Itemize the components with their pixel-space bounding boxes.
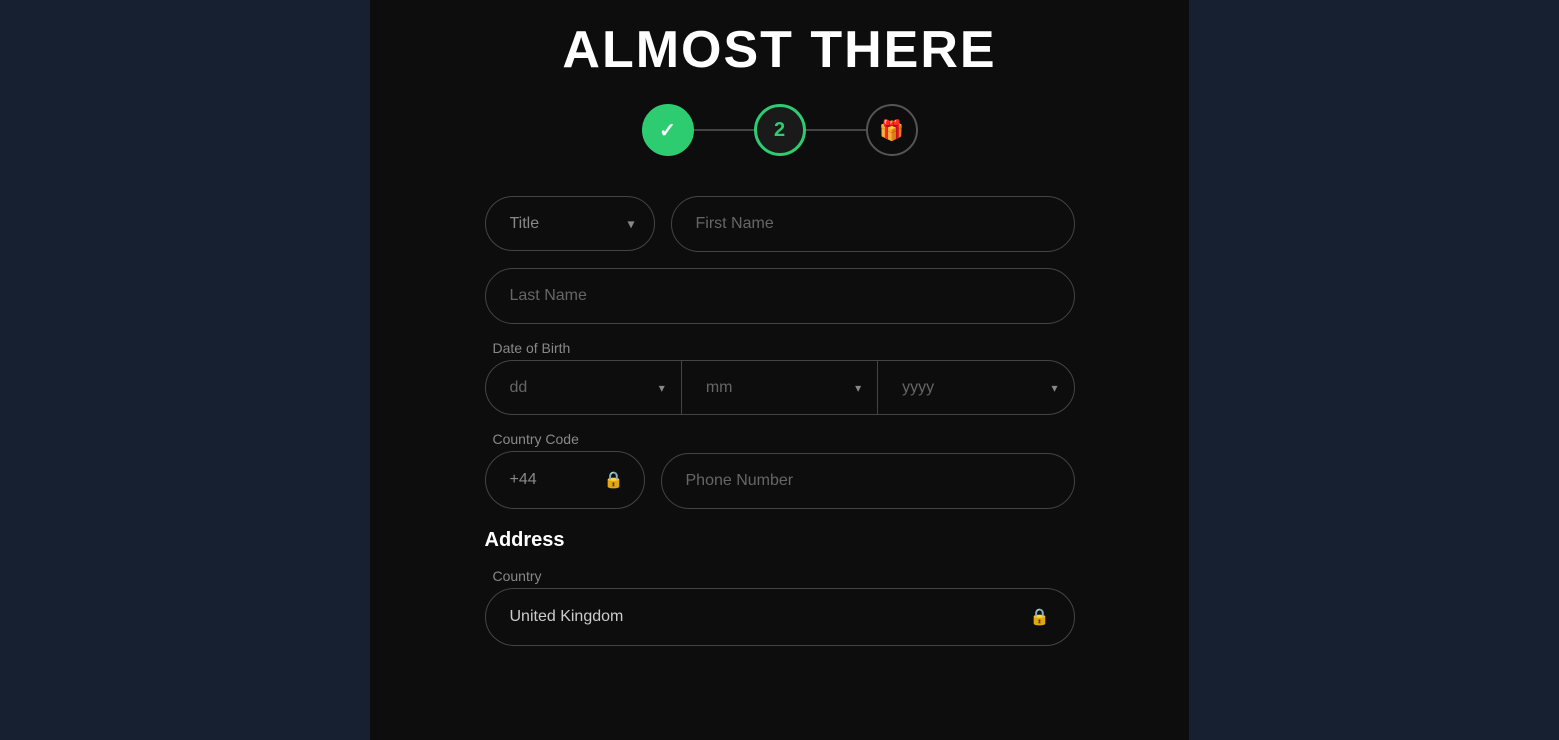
country-code-value: +44 xyxy=(510,471,537,489)
last-name-input[interactable] xyxy=(485,268,1075,324)
left-panel xyxy=(0,0,370,740)
dob-month-wrapper: mm JanuaryFebruary MarchApril MayJune Ju… xyxy=(682,361,878,414)
step-3: 🎁 xyxy=(866,104,918,156)
country-code-label: Country Code xyxy=(485,431,645,447)
dob-row: dd 123 456 789 101112 131415 161718 1920… xyxy=(485,360,1075,415)
address-label: Address xyxy=(485,529,1075,552)
country-code-field: +44 🔒 xyxy=(485,451,645,509)
main-content: ALMOST THERE ✓ 2 🎁 Title Mr Mrs Ms xyxy=(370,0,1189,740)
dob-month-select[interactable]: mm JanuaryFebruary MarchApril MayJune Ju… xyxy=(682,361,877,414)
title-wrapper: Title Mr Mrs Ms Dr ▾ xyxy=(485,196,655,252)
dob-day-wrapper: dd 123 456 789 101112 131415 161718 1920… xyxy=(486,361,682,414)
right-panel xyxy=(1189,0,1559,740)
phone-number-wrapper xyxy=(661,453,1075,509)
step-line-1 xyxy=(694,129,754,131)
dob-label: Date of Birth xyxy=(485,340,1075,356)
phone-number-input[interactable] xyxy=(661,453,1075,509)
step-line-2 xyxy=(806,129,866,131)
dob-day-select[interactable]: dd 123 456 789 101112 131415 161718 1920… xyxy=(486,361,681,414)
country-label: Country xyxy=(485,568,1075,584)
lock-icon: 🔒 xyxy=(604,470,624,490)
country-value: United Kingdom xyxy=(510,608,624,626)
gift-icon: 🎁 xyxy=(879,118,904,143)
step-2: 2 xyxy=(754,104,806,156)
step-1-checkmark: ✓ xyxy=(659,118,676,143)
stepper: ✓ 2 🎁 xyxy=(642,104,918,156)
dob-year-wrapper: yyyy 20052000 19951990 19851980 19751970… xyxy=(878,361,1073,414)
step-1: ✓ xyxy=(642,104,694,156)
last-name-row xyxy=(485,268,1075,324)
country-field-wrapper: Country United Kingdom 🔒 xyxy=(485,568,1075,646)
address-section: Address xyxy=(485,525,1075,552)
registration-form: Title Mr Mrs Ms Dr ▾ Date of Birth xyxy=(485,196,1075,646)
first-name-wrapper xyxy=(671,196,1075,252)
country-lock-icon: 🔒 xyxy=(1030,607,1050,627)
title-firstname-row: Title Mr Mrs Ms Dr ▾ xyxy=(485,196,1075,252)
title-select[interactable]: Title Mr Mrs Ms Dr xyxy=(485,196,655,251)
country-field: United Kingdom 🔒 xyxy=(485,588,1075,646)
dob-section: Date of Birth dd 123 456 789 101112 1314… xyxy=(485,340,1075,415)
dob-year-select[interactable]: yyyy 20052000 19951990 19851980 19751970 xyxy=(878,361,1073,414)
phone-section: Country Code +44 🔒 xyxy=(485,431,1075,509)
country-code-wrapper: Country Code +44 🔒 xyxy=(485,431,645,509)
page-title: ALMOST THERE xyxy=(562,20,996,80)
first-name-input[interactable] xyxy=(671,196,1075,252)
